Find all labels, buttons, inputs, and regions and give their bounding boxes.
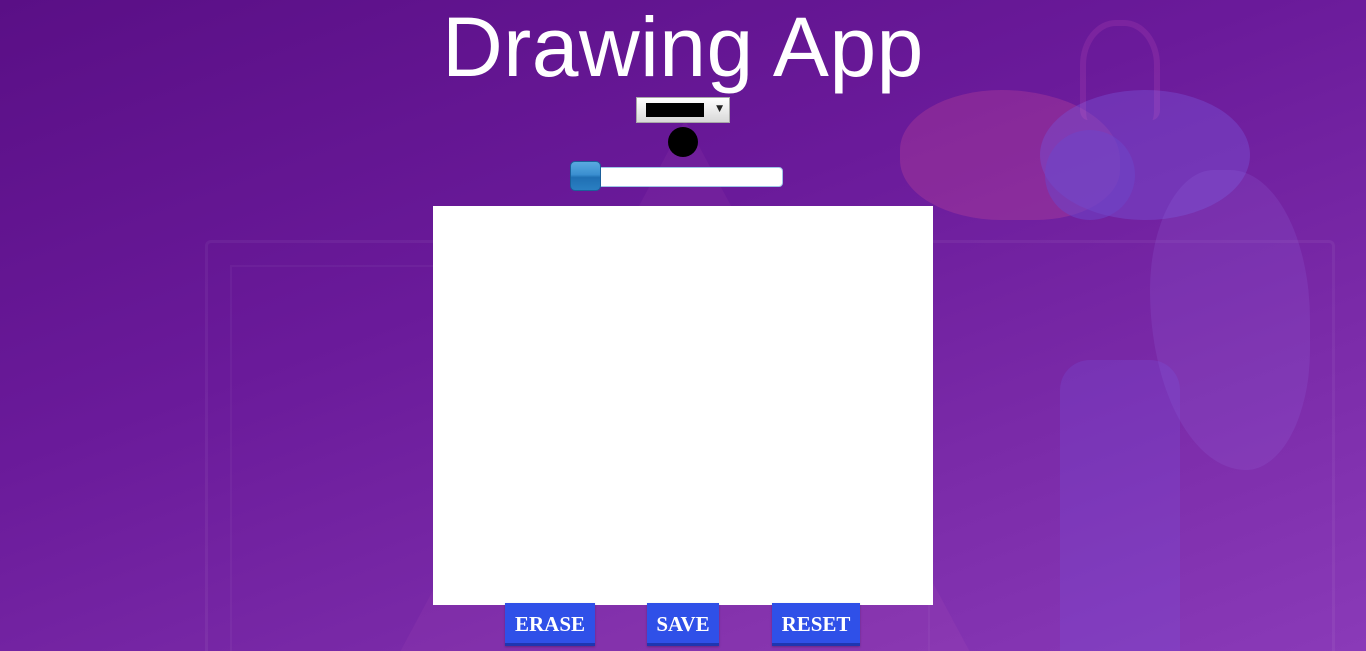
- background-blob-decoration: [1040, 90, 1250, 220]
- slider-thumb-handle[interactable]: [570, 161, 601, 191]
- brush-size-slider[interactable]: [570, 161, 783, 191]
- background-blob-decoration: [1045, 130, 1135, 220]
- color-picker-select[interactable]: ▼: [636, 97, 730, 123]
- selected-color-swatch: [646, 103, 704, 117]
- background-ribbon-decoration: [1060, 360, 1180, 651]
- brush-size-preview: [668, 127, 698, 157]
- save-button[interactable]: SAVE: [647, 603, 719, 646]
- erase-button[interactable]: ERASE: [505, 603, 595, 646]
- page-title: Drawing App: [442, 0, 924, 94]
- reset-button[interactable]: RESET: [772, 603, 860, 646]
- background-blob-decoration: [900, 90, 1120, 220]
- drawing-canvas[interactable]: [433, 206, 933, 605]
- background-shape-decoration: [1150, 170, 1310, 470]
- chevron-down-icon: ▼: [716, 104, 723, 114]
